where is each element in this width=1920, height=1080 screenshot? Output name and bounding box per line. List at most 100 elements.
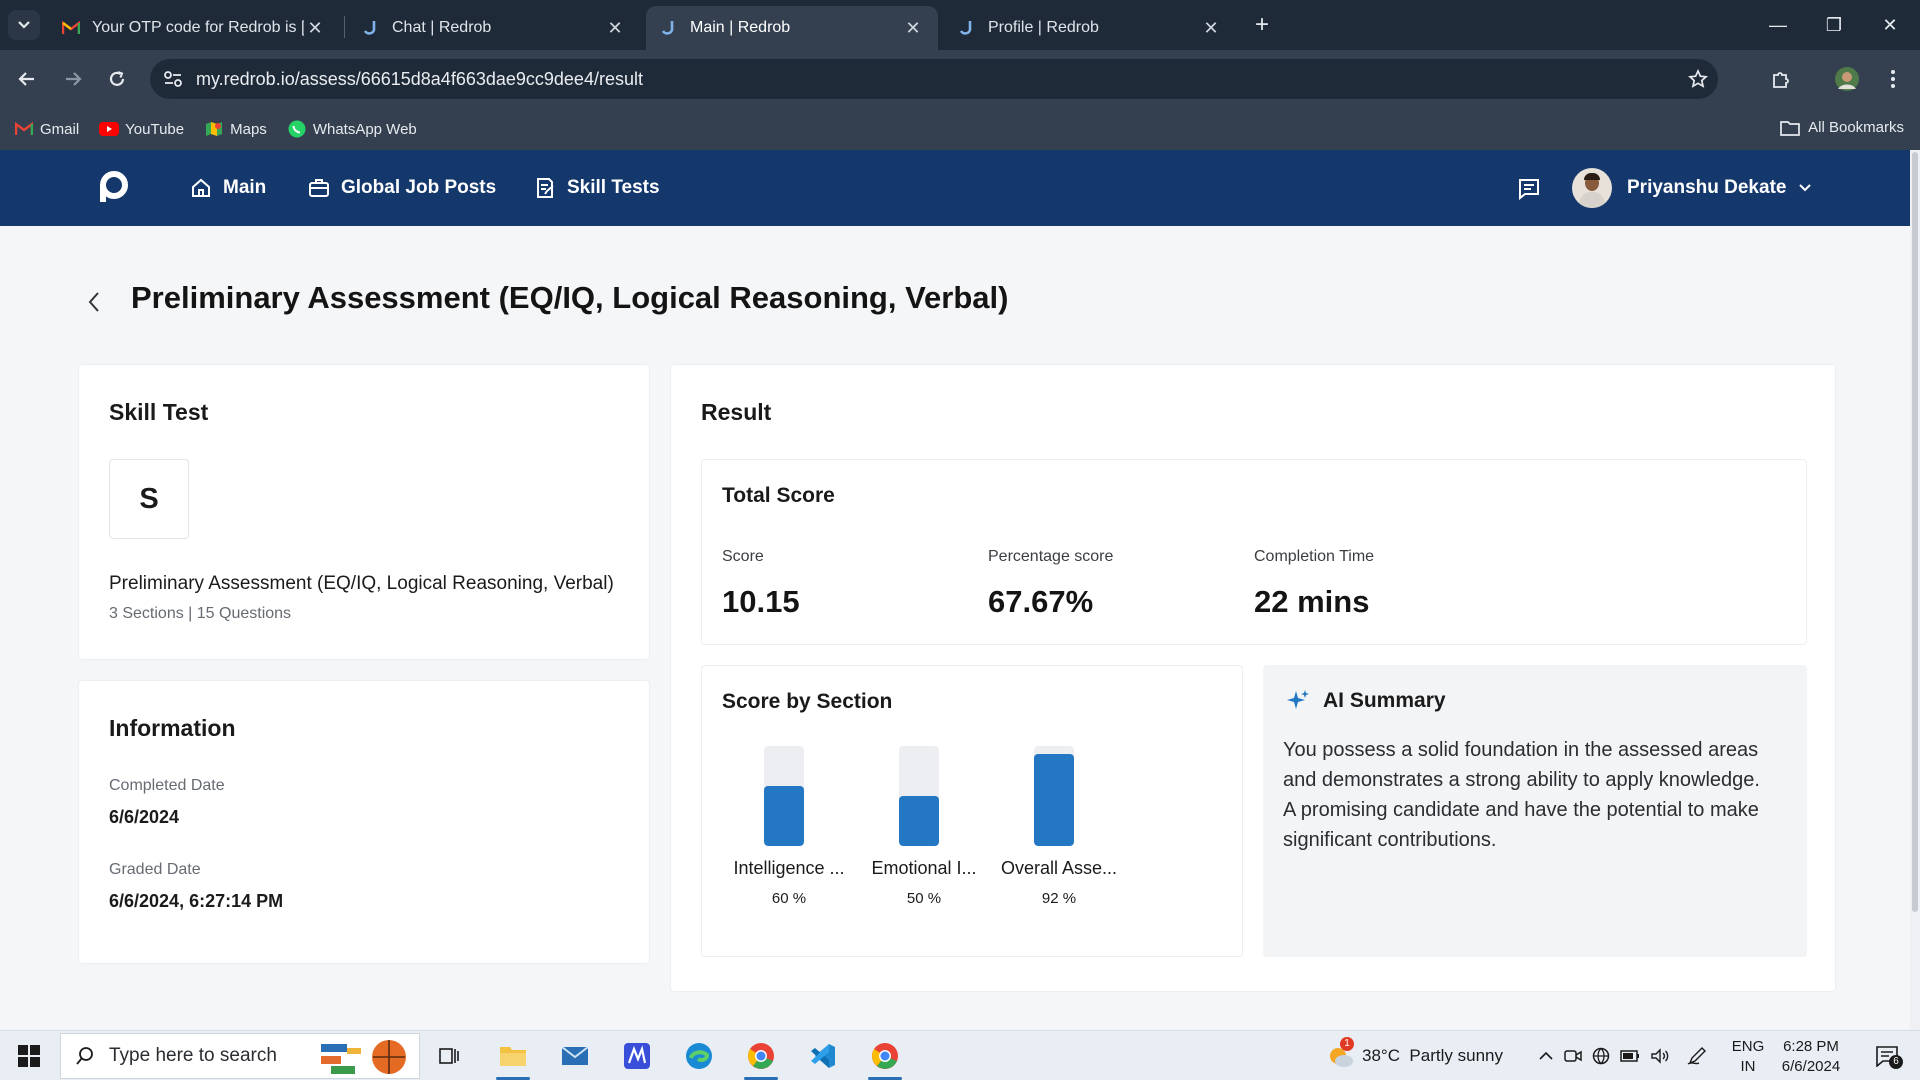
chrome-icon <box>748 1043 774 1069</box>
section-bar-fill <box>899 796 939 846</box>
taskbar-search[interactable]: Type here to search <box>60 1033 420 1079</box>
graded-date-label: Graded Date <box>109 861 201 878</box>
arrow-left-icon <box>18 72 34 86</box>
messages-button[interactable] <box>1514 174 1544 204</box>
close-icon[interactable]: ✕ <box>304 18 326 39</box>
nav-skill-tests-label: Skill Tests <box>567 177 660 198</box>
skill-test-avatar: S <box>109 459 189 539</box>
section-bar-percent: 60 % <box>771 890 807 907</box>
new-tab-button[interactable]: + <box>1246 10 1278 40</box>
extensions-button[interactable] <box>1764 62 1798 96</box>
section-bar-track <box>764 746 804 846</box>
completed-date-value: 6/6/2024 <box>109 807 180 827</box>
section-bar-fill <box>764 786 804 846</box>
percentage-value: 67.67% <box>988 584 1094 619</box>
weather-text: 38°C Partly sunny <box>1362 1046 1503 1065</box>
edge-button[interactable] <box>674 1036 724 1076</box>
back-button[interactable] <box>10 62 44 96</box>
all-bookmarks-label: All Bookmarks <box>1808 119 1904 136</box>
start-button[interactable] <box>10 1041 48 1071</box>
completion-time-stat: Completion Time 22 mins <box>1254 548 1374 620</box>
tab-divider <box>344 16 345 38</box>
browser-toolbar: my.redrob.io/assess/66615d8a4f663dae9cc9… <box>0 50 1920 108</box>
completion-time-label: Completion Time <box>1254 548 1375 565</box>
redrob-logo[interactable] <box>94 168 132 206</box>
avatar <box>1572 168 1612 208</box>
search-icon <box>75 1046 95 1066</box>
address-bar[interactable]: my.redrob.io/assess/66615d8a4f663dae9cc9… <box>150 59 1718 99</box>
tab-chat[interactable]: Chat | Redrob ✕ <box>348 6 640 50</box>
redrob-icon <box>958 19 976 37</box>
section-bar-track <box>899 746 939 846</box>
bookmark-label: Maps <box>230 120 267 138</box>
profile-avatar-button[interactable] <box>1830 62 1864 96</box>
browser-tab-strip: Your OTP code for Redrob is [4 ✕ Chat | … <box>0 0 1920 50</box>
meet-now-icon[interactable] <box>1564 1048 1582 1064</box>
skill-test-heading: Skill Test <box>109 399 209 425</box>
redrob-icon <box>660 19 678 37</box>
back-button[interactable] <box>80 288 108 316</box>
chrome-profile-button[interactable] <box>736 1036 786 1080</box>
nav-skill-tests[interactable]: Skill Tests <box>533 176 660 200</box>
bookmark-whatsapp[interactable]: WhatsApp Web <box>287 119 417 139</box>
tab-main[interactable]: Main | Redrob ✕ <box>646 6 938 50</box>
close-icon[interactable]: ✕ <box>902 18 924 39</box>
clock[interactable]: 6:28 PM 6/6/2024 <box>1766 1037 1856 1077</box>
task-view-button[interactable] <box>424 1036 474 1076</box>
tab-gmail-otp[interactable]: Your OTP code for Redrob is [4 ✕ <box>48 6 340 50</box>
pen-icon[interactable] <box>1686 1046 1708 1066</box>
reload-icon <box>109 71 125 86</box>
bookmark-gmail[interactable]: Gmail <box>14 119 79 139</box>
bookmark-maps[interactable]: Maps <box>204 119 267 139</box>
user-menu[interactable]: Priyanshu Dekate <box>1572 168 1812 208</box>
file-explorer-button[interactable] <box>488 1036 538 1080</box>
nav-main[interactable]: Main <box>189 176 266 200</box>
chrome-button[interactable] <box>860 1036 910 1080</box>
ai-summary-heading: AI Summary <box>1323 689 1446 712</box>
clock-time: 6:28 PM <box>1783 1038 1839 1055</box>
app-header: Main Global Job Posts Skill Tests Priyan… <box>0 150 1910 226</box>
section-bar-label: Overall Asse... <box>1000 858 1118 878</box>
minimize-button[interactable]: — <box>1750 8 1806 42</box>
volume-icon[interactable] <box>1650 1048 1670 1064</box>
language-indicator[interactable]: ENG IN <box>1728 1037 1768 1077</box>
page-title: Preliminary Assessment (EQ/IQ, Logical R… <box>131 280 1009 315</box>
puzzle-icon <box>1773 72 1789 88</box>
scrollbar-thumb[interactable] <box>1912 152 1918 912</box>
weather-widget[interactable]: 1 38°C Partly sunny <box>1326 1031 1503 1080</box>
nav-global-job-posts[interactable]: Global Job Posts <box>307 176 496 200</box>
site-info-icon[interactable] <box>150 70 196 88</box>
tab-profile[interactable]: Profile | Redrob ✕ <box>944 6 1236 50</box>
close-icon[interactable]: ✕ <box>1200 18 1222 39</box>
nav-global-job-posts-label: Global Job Posts <box>341 177 497 198</box>
restore-button[interactable]: ❐ <box>1806 8 1862 42</box>
battery-icon[interactable] <box>1620 1049 1640 1063</box>
ai-summary-panel: AI Summary You possess a solid foundatio… <box>1263 665 1807 957</box>
globe-icon[interactable] <box>1592 1047 1610 1065</box>
tab-search-button[interactable] <box>8 10 40 40</box>
browser-menu-button[interactable] <box>1876 62 1910 96</box>
task-view-icon <box>439 1048 459 1064</box>
chrome-icon <box>872 1043 898 1069</box>
app-launcher-button[interactable] <box>612 1036 662 1076</box>
all-bookmarks-button[interactable]: All Bookmarks <box>1780 119 1904 136</box>
page-scrollbar[interactable] <box>1910 150 1920 1030</box>
bookmark-youtube[interactable]: YouTube <box>99 119 184 139</box>
vscode-button[interactable] <box>798 1036 848 1076</box>
nav-main-label: Main <box>223 177 267 198</box>
notification-count: 6 <box>1889 1055 1903 1069</box>
completed-date-label: Completed Date <box>109 777 225 794</box>
bookmark-star-icon[interactable] <box>1678 69 1718 89</box>
close-window-button[interactable]: ✕ <box>1862 8 1918 42</box>
mail-button[interactable] <box>550 1036 600 1076</box>
forward-button[interactable] <box>56 62 90 96</box>
youtube-icon <box>99 119 120 139</box>
bookmarks-bar: Gmail YouTube Maps WhatsApp Web All Book… <box>0 108 1920 150</box>
close-icon[interactable]: ✕ <box>604 18 626 39</box>
more-vertical-icon <box>1891 70 1895 88</box>
result-card: Result Total Score Score 10.15 Percentag… <box>670 364 1836 992</box>
chevron-up-icon[interactable] <box>1538 1051 1554 1061</box>
notifications-button[interactable]: 6 <box>1864 1036 1910 1076</box>
reload-button[interactable] <box>100 62 134 96</box>
windows-taskbar: Type here to search 1 38°C Partly sunny <box>0 1030 1920 1080</box>
